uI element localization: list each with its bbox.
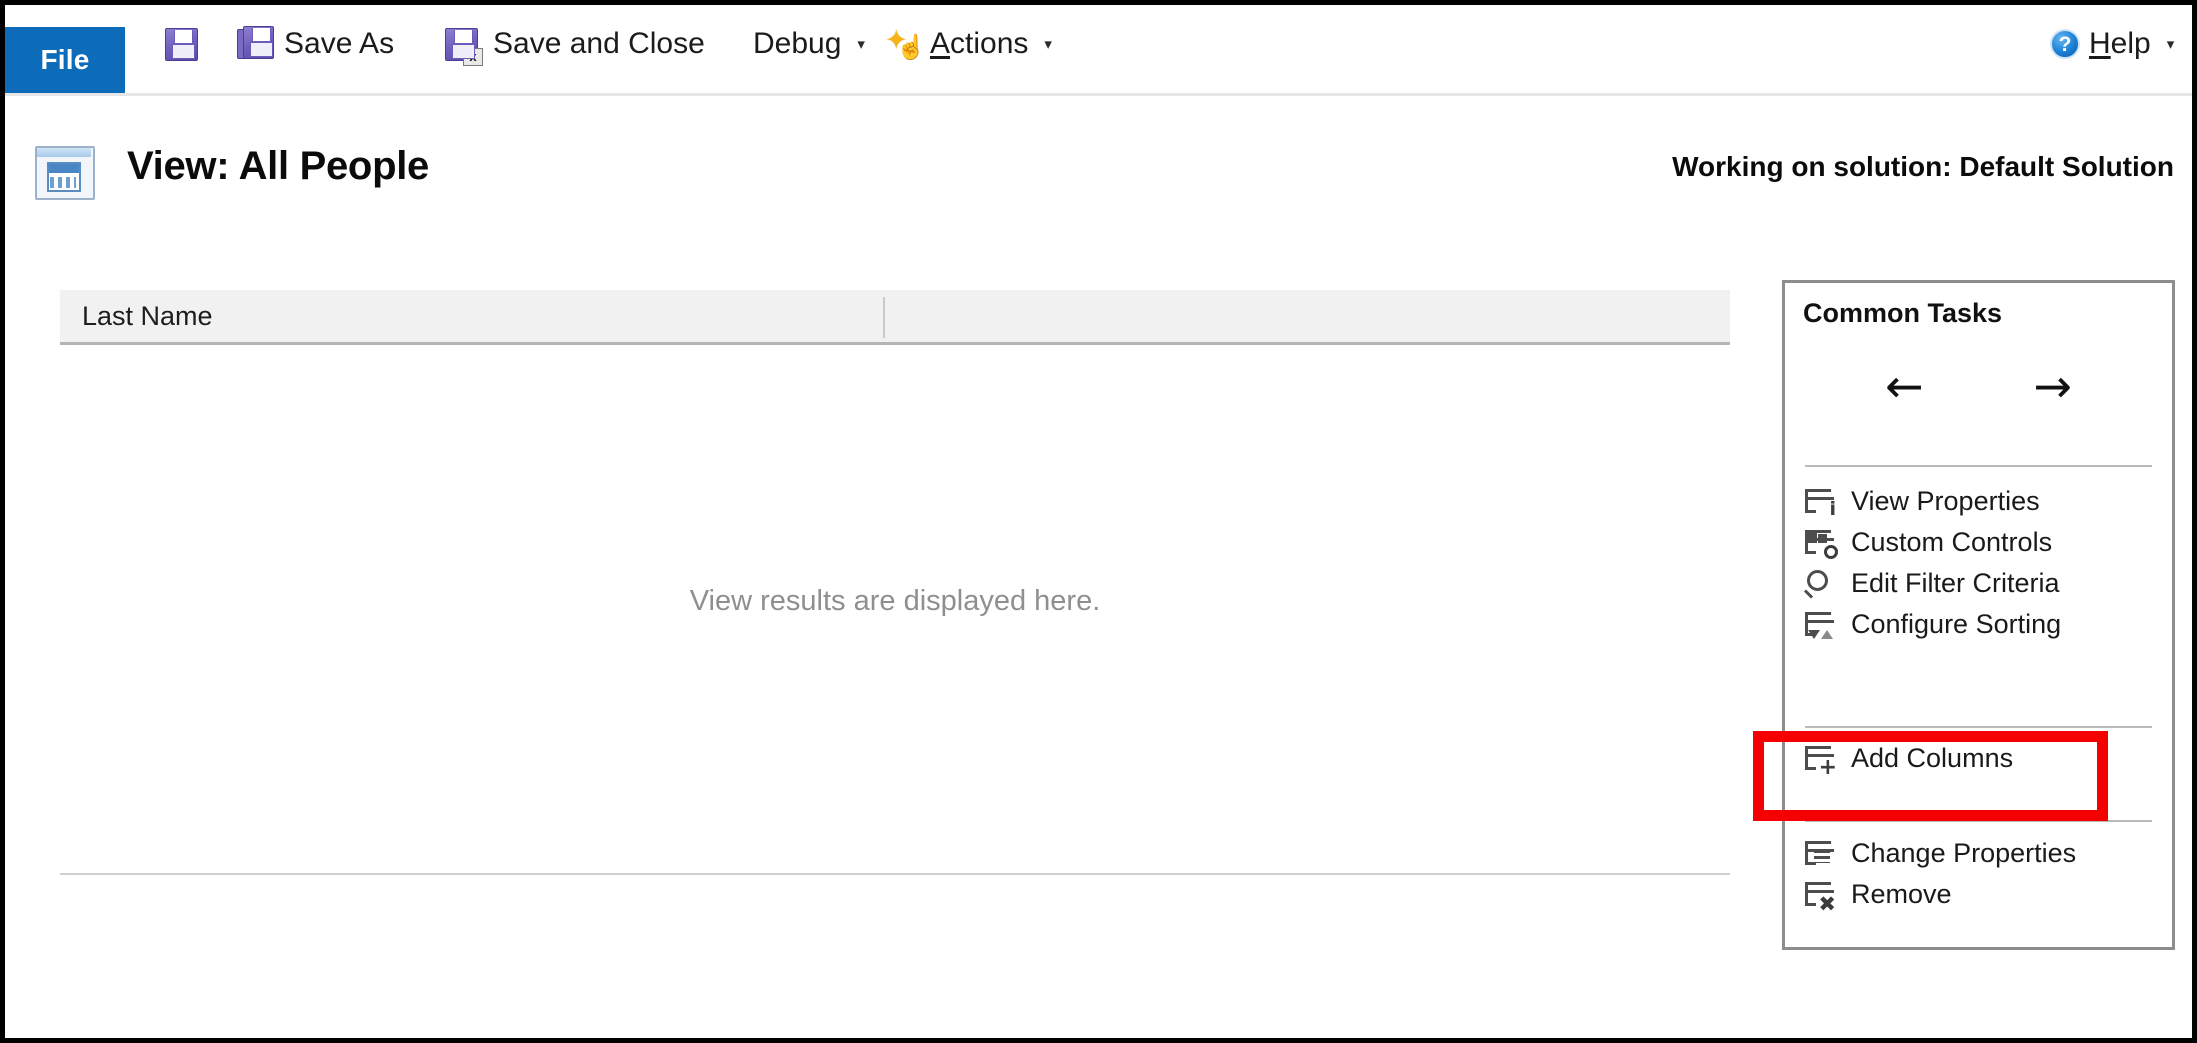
help-icon: ?	[2050, 29, 2080, 59]
common-tasks-divider	[1805, 820, 2152, 822]
view-form-icon	[35, 146, 97, 202]
view-properties-icon: i	[1805, 488, 1836, 518]
save-as-label: Save As	[284, 27, 395, 60]
save-and-close-label: Save and Close	[493, 27, 705, 60]
save-and-close-button[interactable]: x Save and Close	[445, 15, 705, 73]
common-tasks-group-1: i View Properties Custom Controls Edit F…	[1785, 481, 2172, 645]
edit-filter-criteria-icon	[1803, 569, 1835, 599]
page-header: View: All People Working on solution: De…	[5, 96, 2192, 205]
chevron-down-icon: ▾	[2166, 35, 2175, 53]
task-remove[interactable]: ✖ Remove	[1785, 874, 2172, 915]
chevron-down-icon: ▾	[1044, 35, 1052, 53]
task-view-properties[interactable]: i View Properties	[1785, 481, 2172, 522]
common-tasks-panel: Common Tasks ← → i View Properties Custo…	[1782, 280, 2175, 950]
common-tasks-divider	[1805, 726, 2152, 728]
help-menu-button[interactable]: ? Help ▾	[2050, 15, 2174, 73]
view-grid: Last Name	[60, 290, 1730, 350]
debug-label: Debug	[753, 27, 842, 60]
save-and-close-icon: x	[445, 27, 483, 66]
actions-label: Actions	[930, 27, 1029, 60]
move-right-arrow-icon[interactable]: →	[2034, 363, 2073, 409]
page-title: View: All People	[127, 144, 429, 188]
task-label: Add Columns	[1851, 743, 2014, 773]
task-edit-filter-criteria[interactable]: Edit Filter Criteria	[1785, 563, 2172, 604]
add-columns-icon: +	[1805, 745, 1837, 778]
task-label: Remove	[1851, 879, 1952, 909]
grid-header-row: Last Name	[60, 290, 1730, 345]
common-tasks-divider	[1805, 465, 2152, 467]
task-configure-sorting[interactable]: Configure Sorting	[1785, 604, 2172, 645]
change-properties-icon	[1805, 840, 1835, 868]
task-label: Change Properties	[1851, 838, 2077, 868]
save-button[interactable]	[165, 15, 198, 73]
custom-controls-icon	[1805, 529, 1838, 559]
save-as-icon	[237, 26, 275, 62]
grid-column-resize-handle[interactable]	[883, 297, 885, 338]
configure-sorting-icon	[1805, 611, 1835, 639]
common-tasks-nav: ← →	[1785, 363, 2172, 409]
chevron-down-icon: ▾	[857, 35, 865, 53]
task-add-columns[interactable]: + Add Columns	[1785, 738, 2172, 779]
debug-menu-button[interactable]: Debug ▾	[753, 15, 865, 73]
grid-bottom-divider	[60, 873, 1730, 875]
move-left-arrow-icon[interactable]: ←	[1885, 363, 1924, 409]
save-icon	[165, 27, 198, 61]
application-window: File Save As x Save and Close Debug ▾ ✦ …	[0, 0, 2197, 1043]
grid-empty-message: View results are displayed here.	[689, 585, 1101, 617]
save-as-button[interactable]: Save As	[237, 15, 394, 73]
task-label: Edit Filter Criteria	[1851, 568, 2060, 598]
task-label: Custom Controls	[1851, 527, 2053, 557]
file-tab-label: File	[40, 44, 90, 75]
actions-menu-button[interactable]: ✦ ☝ Actions ▾	[885, 15, 1052, 73]
task-label: Configure Sorting	[1851, 609, 2062, 639]
task-custom-controls[interactable]: Custom Controls	[1785, 522, 2172, 563]
task-label: View Properties	[1851, 486, 2040, 516]
common-tasks-title: Common Tasks	[1803, 298, 2003, 328]
grid-column-header-last-name[interactable]: Last Name	[60, 301, 213, 332]
help-label: Help	[2089, 27, 2151, 60]
file-tab[interactable]: File	[5, 27, 125, 93]
ribbon-toolbar: File Save As x Save and Close Debug ▾ ✦ …	[5, 5, 2192, 93]
common-tasks-group-3: Change Properties ✖ Remove	[1785, 833, 2172, 915]
solution-context-label: Working on solution: Default Solution	[1672, 151, 2174, 182]
actions-icon: ✦ ☝	[885, 25, 926, 61]
task-change-properties[interactable]: Change Properties	[1785, 833, 2172, 874]
remove-icon: ✖	[1805, 881, 1836, 914]
common-tasks-group-2: + Add Columns	[1785, 738, 2172, 779]
